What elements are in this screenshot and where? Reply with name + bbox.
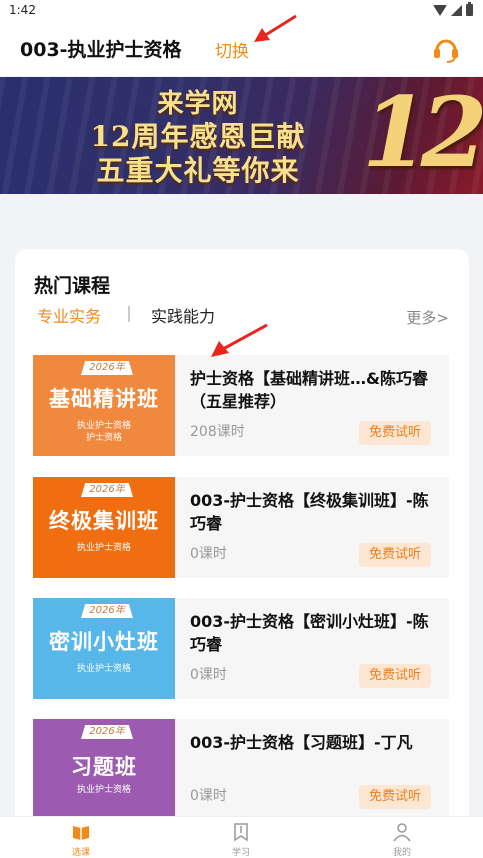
battery-icon [466, 2, 473, 16]
thumb-name: 习题班 [71, 755, 137, 779]
status-time: 1:42 [9, 3, 36, 17]
wifi-icon [433, 4, 447, 16]
course-item[interactable]: 2026年 终极集训班 执业护士资格 003-护士资格【终极集训班】-陈巧睿 0… [33, 477, 449, 578]
thumb-year: 2026年 [81, 361, 133, 375]
tabbar-label: 学习 [231, 848, 250, 858]
free-trial-button[interactable]: 免费试听 [359, 543, 431, 567]
tabbar-item-courses[interactable]: 选课 [51, 822, 111, 858]
free-trial-button[interactable]: 免费试听 [359, 421, 431, 445]
user-icon [393, 823, 411, 842]
thumb-subtitle-2: 护士资格 [85, 433, 122, 443]
course-thumbnail: 2026年 密训小灶班 执业护士资格 [33, 598, 175, 699]
course-hours: 0课时 [190, 667, 227, 683]
tabbar-label: 我的 [392, 848, 411, 858]
tabbar-label: 选课 [71, 848, 90, 858]
exam-title: 003-执业护士资格 [20, 39, 182, 61]
course-name: 护士资格【基础精讲班…&陈巧睿（五星推荐） [190, 369, 428, 411]
banner-line-3: 五重大礼等你来 [96, 154, 300, 187]
section-title: 热门课程 [34, 275, 111, 297]
course-thumbnail: 2026年 基础精讲班 执业护士资格 护士资格 [33, 355, 175, 456]
thumb-year: 2026年 [81, 725, 133, 739]
bookmark-icon [234, 823, 248, 842]
book-icon [73, 826, 89, 840]
course-name: 003-护士资格【习题班】-丁凡 [190, 733, 413, 752]
header: 003-执业护士资格 切换 [0, 14, 483, 76]
signal-icon [451, 4, 462, 16]
free-trial-button[interactable]: 免费试听 [359, 785, 431, 809]
course-hours: 0课时 [190, 788, 227, 804]
thumb-subtitle: 执业护士资格 [76, 785, 131, 795]
thumb-name: 基础精讲班 [49, 387, 159, 411]
thumb-subtitle: 执业护士资格 [76, 664, 131, 674]
course-hours: 208课时 [190, 424, 245, 440]
course-name: 003-护士资格【终极集训班】-陈巧睿 [190, 491, 429, 533]
tabbar-item-study[interactable]: 学习 [211, 822, 271, 858]
switch-exam-link[interactable]: 切换 [215, 37, 249, 62]
course-item[interactable]: 2026年 密训小灶班 执业护士资格 003-护士资格【密训小灶班】-陈巧睿 0… [33, 598, 449, 699]
course-name: 003-护士资格【密训小灶班】-陈巧睿 [190, 612, 429, 654]
course-hours: 0课时 [190, 546, 227, 562]
thumb-year: 2026年 [81, 483, 133, 497]
thumb-name: 终极集训班 [49, 509, 159, 533]
status-bar: 1:42 [0, 0, 483, 22]
course-item[interactable]: 2026年 习题班 执业护士资格 003-护士资格【习题班】-丁凡 0课时 免费… [33, 719, 449, 820]
annotation-arrow-icon [254, 14, 297, 42]
promo-banner[interactable]: 来学网 12周年感恩巨献 五重大礼等你来 12 [0, 77, 483, 194]
course-thumbnail: 2026年 习题班 执业护士资格 [33, 719, 175, 820]
course-item[interactable]: 2026年 基础精讲班 执业护士资格 护士资格 护士资格【基础精讲班…&陈巧睿（… [33, 323, 449, 456]
tab-professional-practice[interactable]: 专业实务 [37, 303, 101, 327]
status-icons [433, 2, 473, 16]
bottom-tab-bar: 选课 学习 我的 [0, 816, 483, 858]
thumb-subtitle: 执业护士资格 [76, 543, 131, 553]
hot-courses-card: 热门课程 专业实务 实践能力 更多> 2026年 基础精讲班 执业护士资格 护士… [15, 249, 469, 849]
banner-anniversary-number: 12 [362, 77, 483, 189]
tabbar-item-profile[interactable]: 我的 [372, 822, 432, 858]
thumb-name: 密训小灶班 [49, 630, 159, 654]
thumb-year: 2026年 [81, 604, 133, 618]
more-link[interactable]: 更多> [406, 307, 449, 328]
course-thumbnail: 2026年 终极集训班 执业护士资格 [33, 477, 175, 578]
customer-service-icon[interactable] [431, 34, 461, 64]
annotation-arrow-icon [211, 323, 268, 357]
tab-divider [128, 306, 130, 322]
free-trial-button[interactable]: 免费试听 [359, 664, 431, 688]
